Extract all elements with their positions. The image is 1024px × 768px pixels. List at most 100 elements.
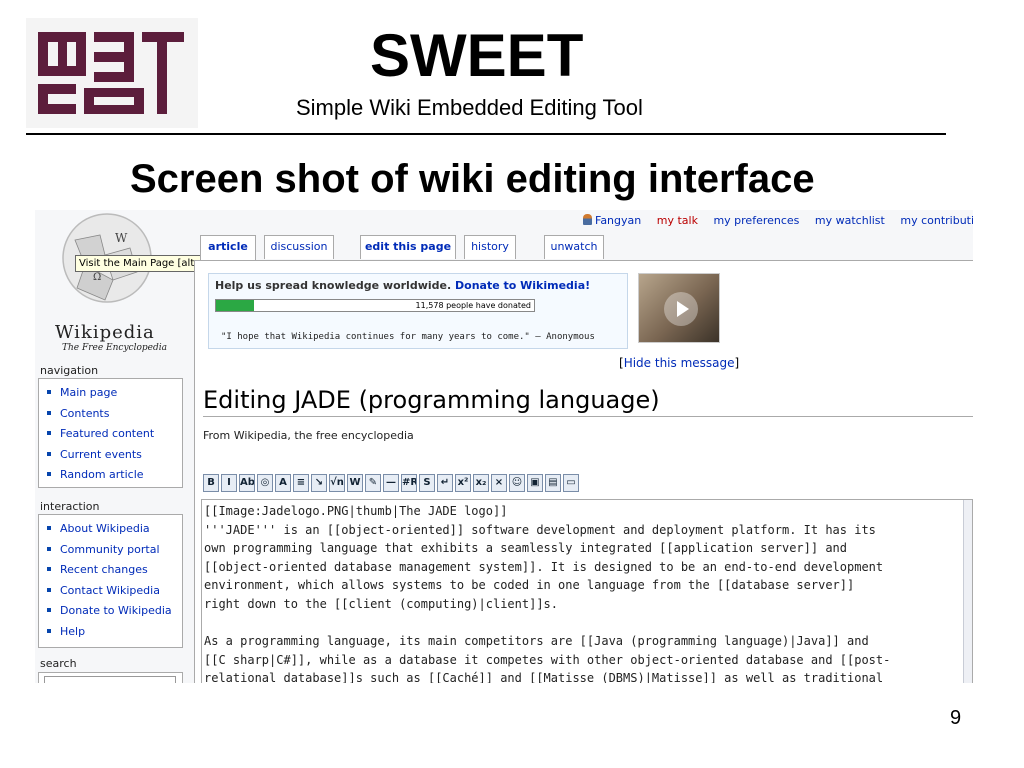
subscript-button[interactable]: x₂ — [473, 474, 489, 492]
main-page-tooltip: Visit the Main Page [alt-z] — [75, 255, 212, 272]
navigation-portlet: Main page Contents Featured content Curr… — [38, 378, 183, 488]
tab-edit-this-page[interactable]: edit this page — [360, 235, 456, 259]
slide-title: SWEET — [370, 22, 584, 89]
slide-subtitle: Simple Wiki Embedded Editing Tool — [296, 95, 643, 120]
sidebar-item-main-page[interactable]: Main page — [45, 383, 182, 404]
bullet-icon — [47, 390, 51, 394]
tab-discussion[interactable]: discussion — [264, 235, 334, 259]
sidebar-item-contents[interactable]: Contents — [45, 404, 182, 425]
hide-message-link[interactable]: Hide this message — [624, 356, 735, 370]
play-icon[interactable] — [664, 292, 698, 326]
image-button[interactable]: ≡ — [293, 474, 309, 492]
sidebar-item-help[interactable]: Help — [45, 622, 182, 643]
horizontal-line-button[interactable]: — — [383, 474, 399, 492]
interaction-heading: interaction — [40, 500, 100, 513]
gallery-button[interactable]: ▣ — [527, 474, 543, 492]
site-notice-message: Help us spread knowledge worldwide. — [215, 279, 452, 292]
donate-link[interactable]: Donate to Wikimedia! — [455, 279, 590, 292]
my-talk-link[interactable]: my talk — [657, 214, 698, 227]
edit-line: [[C sharp|C#]], while as a database it c… — [204, 652, 891, 667]
sidebar-item-featured-content[interactable]: Featured content — [45, 424, 182, 445]
math-button[interactable]: √n — [329, 474, 345, 492]
page-title: Editing JADE (programming language) — [203, 386, 973, 417]
sidebar-item-label: Contents — [60, 406, 110, 420]
table-button[interactable]: ▤ — [545, 474, 561, 492]
sidebar-item-label: Recent changes — [60, 563, 148, 576]
bullet-icon — [47, 451, 51, 456]
site-notice: Help us spread knowledge worldwide. Dona… — [208, 273, 628, 349]
svg-text:Ω: Ω — [93, 272, 101, 283]
donation-video-thumbnail[interactable] — [638, 273, 720, 343]
my-contributions-link[interactable]: my contributions — [900, 214, 973, 227]
my-watchlist-link[interactable]: my watchlist — [815, 214, 885, 227]
external-link-button[interactable]: ◎ — [257, 474, 273, 492]
link-button[interactable]: Ab — [239, 474, 255, 492]
bold-button[interactable]: B — [203, 474, 219, 492]
sidebar-item-community-portal[interactable]: Community portal — [45, 540, 182, 561]
bullet-icon — [47, 472, 51, 476]
bullet-icon — [47, 628, 51, 633]
edit-line: '''JADE''' is an [[object-oriented]] sof… — [204, 522, 876, 537]
bullet-icon — [47, 567, 51, 571]
edit-line: relational database]]s such as [[Caché]]… — [204, 671, 884, 683]
donor-quote: "I hope that Wikipedia continues for man… — [221, 332, 595, 342]
edit-line — [204, 614, 970, 633]
site-notice-text: Help us spread knowledge worldwide. Dona… — [215, 279, 590, 292]
edit-textarea[interactable]: [[Image:Jadelogo.PNG|thumb|The JADE logo… — [201, 499, 973, 683]
donation-progress-bar: 11,578 people have donated — [215, 299, 535, 312]
sidebar-item-label: Community portal — [60, 542, 160, 556]
redirect-button[interactable]: #R — [401, 474, 417, 492]
user-icon — [583, 214, 592, 225]
line-break-button[interactable]: ↵ — [437, 474, 453, 492]
template-button[interactable]: ▭ — [563, 474, 579, 492]
user-link[interactable]: Fangyan — [583, 214, 641, 227]
sidebar-item-label: Help — [60, 624, 86, 638]
personal-tools: Fangyan my talk my preferences my watchl… — [583, 214, 973, 227]
my-preferences-link[interactable]: my preferences — [713, 214, 799, 227]
superscript-button[interactable]: x² — [455, 474, 471, 492]
textarea-scrollbar[interactable] — [963, 500, 972, 683]
sidebar-item-recent-changes[interactable]: Recent changes — [45, 560, 182, 581]
sidebar-item-current-events[interactable]: Current events — [45, 445, 182, 466]
sweet-logo-mark — [38, 32, 184, 114]
search-input[interactable] — [44, 676, 176, 683]
sidebar-item-random-article[interactable]: Random article — [45, 465, 182, 486]
svg-text:W: W — [115, 231, 128, 245]
sidebar-item-label: Random article — [60, 468, 144, 481]
bullet-icon — [47, 608, 51, 612]
page-number: 9 — [950, 707, 962, 729]
tab-history[interactable]: history — [464, 235, 516, 259]
hide-message-control: [Hide this message] — [619, 356, 739, 370]
sidebar-item-about-wikipedia[interactable]: About Wikipedia — [45, 519, 182, 540]
edit-line: right down to the [[client (computing)|c… — [204, 596, 559, 611]
bullet-icon — [47, 431, 51, 435]
wikipedia-wordmark[interactable]: Wikipedia — [55, 322, 155, 343]
user-name: Fangyan — [595, 214, 642, 227]
sidebar-item-donate-to-wikipedia[interactable]: Donate to Wikipedia — [45, 601, 182, 622]
tab-unwatch[interactable]: unwatch — [544, 235, 604, 259]
edit-line: [[Image:Jadelogo.PNG|thumb|The JADE logo… — [204, 504, 508, 518]
wiki-screenshot: W Ω Visit the Main Page [alt-z] Wikipedi… — [35, 210, 973, 683]
edit-line: own programming language that exhibits a… — [204, 541, 847, 556]
tab-article[interactable]: article — [200, 235, 256, 261]
donation-progress-fill — [216, 300, 255, 311]
nowiki-button[interactable]: W — [347, 474, 363, 492]
headline-button[interactable]: A — [275, 474, 291, 492]
edit-line: [[object-oriented database management sy… — [204, 559, 884, 574]
strike-button[interactable]: S — [419, 474, 435, 492]
wikipedia-tagline: The Free Encyclopedia — [62, 343, 167, 353]
small-button[interactable]: × — [491, 474, 507, 492]
italic-button[interactable]: I — [221, 474, 237, 492]
sidebar-item-contact-wikipedia[interactable]: Contact Wikipedia — [45, 581, 182, 602]
edit-line: As a programming language, its main comp… — [204, 634, 869, 649]
signature-button[interactable]: ✎ — [365, 474, 381, 492]
search-heading: search — [40, 657, 77, 670]
sidebar-item-label: About Wikipedia — [60, 522, 150, 535]
sidebar-item-label: Donate to Wikipedia — [60, 604, 172, 617]
sidebar-item-label: Main page — [60, 386, 118, 399]
sidebar-item-label: Current events — [60, 447, 142, 461]
sidebar-item-label: Contact Wikipedia — [60, 583, 160, 597]
edit-line: environment, which allows systems to be … — [204, 578, 855, 593]
reference-button[interactable]: ☺ — [509, 474, 525, 492]
media-button[interactable]: ↘ — [311, 474, 327, 492]
